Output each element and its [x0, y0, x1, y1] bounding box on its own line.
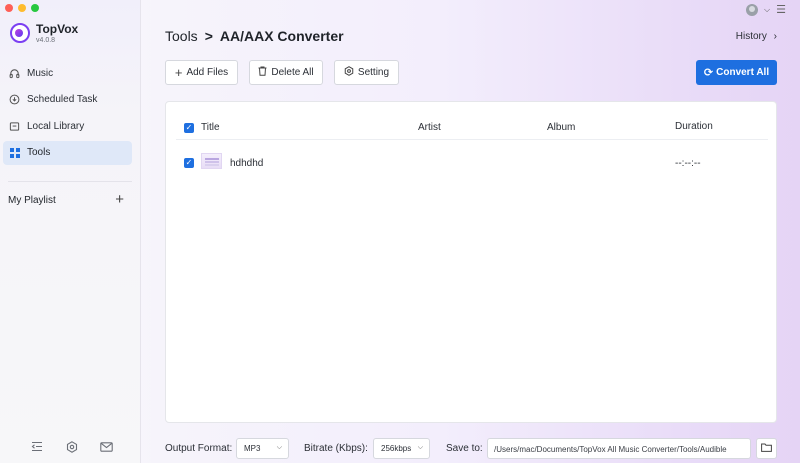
grid-icon [9, 147, 20, 158]
maximize-window-button[interactable] [31, 4, 39, 12]
row-checkbox[interactable]: ✓ [184, 158, 194, 168]
avatar[interactable] [746, 3, 759, 16]
mail-icon[interactable] [100, 440, 113, 453]
browse-folder-button[interactable] [756, 438, 777, 459]
topvox-logo-icon [10, 23, 30, 43]
setting-label: Setting [357, 67, 390, 78]
output-format-label: Output Format: [165, 443, 233, 454]
my-playlist-label: My Playlist [8, 194, 56, 206]
history-link[interactable]: History › [736, 31, 777, 42]
column-duration[interactable]: Duration [675, 121, 713, 132]
breadcrumb-tools[interactable]: Tools [165, 28, 198, 44]
plus-icon: + [174, 65, 183, 80]
add-playlist-button[interactable]: + [115, 192, 124, 207]
row-title: hdhdhd [230, 158, 264, 169]
column-album[interactable]: Album [547, 122, 575, 133]
trash-icon [258, 66, 267, 79]
minimize-window-button[interactable] [18, 4, 26, 12]
delete-all-label: Delete All [271, 67, 314, 78]
table-row[interactable]: ✓ hdhdhd --:--:-- [176, 150, 768, 176]
setting-button[interactable]: Setting [334, 60, 399, 85]
column-title[interactable]: Title [201, 122, 220, 133]
app-window: TopVox v4.0.8 Music Scheduled Task Local… [0, 0, 800, 463]
my-playlist-section: My Playlist + [8, 192, 124, 207]
chevron-down-icon[interactable]: ⌵ [764, 5, 770, 15]
bitrate-select[interactable]: 256kbps ⌵ [373, 438, 430, 459]
refresh-icon: ⟳ [703, 67, 714, 79]
settings-icon[interactable] [65, 440, 78, 453]
sidebar-item-label: Scheduled Task [27, 94, 98, 105]
account-controls: ⌵ ☰ [746, 3, 786, 16]
page-title: AA/AAX Converter [219, 28, 344, 44]
sidebar-divider [8, 181, 132, 182]
sidebar-item-local-library[interactable]: Local Library [3, 114, 132, 138]
chevron-down-icon: ⌵ [276, 444, 282, 451]
sidebar-item-tools[interactable]: Tools [3, 140, 132, 165]
save-to-label: Save to: [446, 443, 483, 454]
folder-icon [761, 443, 772, 455]
sidebar-item-scheduled-task[interactable]: Scheduled Task [3, 88, 132, 112]
sidebar-footer [30, 440, 113, 453]
convert-all-button[interactable]: ⟳ Convert All [696, 60, 777, 85]
app-version: v4.0.8 [36, 37, 56, 44]
history-label: History [735, 31, 767, 42]
add-files-label: Add Files [186, 67, 229, 78]
download-icon [9, 94, 20, 105]
bitrate-label: Bitrate (Kbps): [304, 443, 368, 454]
file-list-panel: ✓ Title Artist Album Duration ✓ hdhdhd -… [165, 101, 777, 423]
sidebar-item-label: Music [27, 67, 54, 79]
convert-all-label: Convert All [716, 67, 770, 78]
row-duration: --:--:-- [675, 158, 701, 169]
menu-icon[interactable]: ☰ [776, 3, 786, 16]
delete-all-button[interactable]: Delete All [249, 60, 323, 85]
add-files-button[interactable]: + Add Files [165, 60, 238, 85]
output-format-select[interactable]: MP3 ⌵ [236, 438, 289, 459]
window-controls [5, 4, 39, 12]
chevron-down-icon: ⌵ [417, 444, 423, 451]
output-format-value: MP3 [244, 444, 261, 453]
sidebar-item-label: Tools [27, 147, 51, 158]
collapse-icon[interactable] [30, 440, 43, 453]
sidebar-nav: Music Scheduled Task Local Library Tools [3, 61, 132, 167]
headphones-icon [9, 68, 20, 79]
chevron-right-icon: › [773, 31, 777, 42]
brand: TopVox v4.0.8 [10, 22, 78, 44]
bitrate-value: 256kbps [381, 444, 412, 453]
settings-icon [344, 66, 354, 79]
library-icon [9, 121, 20, 132]
sidebar: TopVox v4.0.8 Music Scheduled Task Local… [0, 0, 141, 463]
output-settings-bar: Output Format: MP3 ⌵ Bitrate (Kbps): 256… [165, 438, 777, 460]
breadcrumb-separator: > [204, 28, 213, 44]
select-all-checkbox[interactable]: ✓ [184, 123, 194, 133]
close-window-button[interactable] [5, 4, 13, 12]
sidebar-item-label: Local Library [27, 120, 85, 132]
audiobook-thumbnail [201, 153, 222, 169]
save-to-path-field[interactable]: /Users/mac/Documents/TopVox All Music Co… [487, 438, 751, 459]
sidebar-item-music[interactable]: Music [3, 61, 132, 85]
column-artist[interactable]: Artist [418, 122, 441, 133]
table-header: ✓ Title Artist Album Duration [176, 116, 768, 140]
app-name: TopVox [36, 22, 79, 36]
breadcrumb: Tools > AA/AAX Converter [165, 28, 344, 44]
